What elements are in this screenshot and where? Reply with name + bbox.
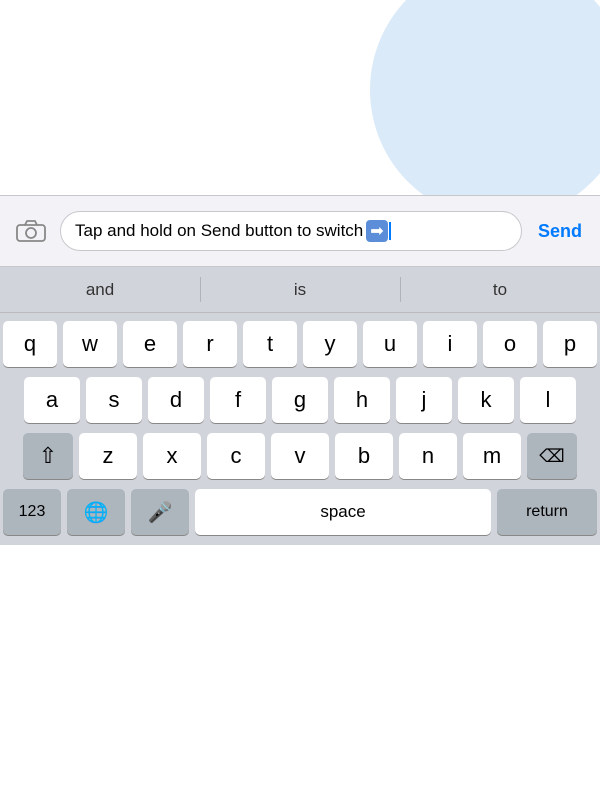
key-w[interactable]: w bbox=[63, 321, 117, 367]
key-j[interactable]: j bbox=[396, 377, 452, 423]
key-y[interactable]: y bbox=[303, 321, 357, 367]
key-row-1: q w e r t y u i o p bbox=[3, 321, 597, 367]
send-emoji: ➡ bbox=[366, 220, 387, 242]
key-v[interactable]: v bbox=[271, 433, 329, 479]
key-e[interactable]: e bbox=[123, 321, 177, 367]
key-r[interactable]: r bbox=[183, 321, 237, 367]
key-s[interactable]: s bbox=[86, 377, 142, 423]
key-b[interactable]: b bbox=[335, 433, 393, 479]
key-x[interactable]: x bbox=[143, 433, 201, 479]
shift-key[interactable]: ⇧ bbox=[23, 433, 73, 479]
decorative-circle bbox=[370, 0, 600, 195]
mic-key[interactable]: 🎤 bbox=[131, 489, 189, 535]
top-area bbox=[0, 0, 600, 195]
key-t[interactable]: t bbox=[243, 321, 297, 367]
send-button[interactable]: Send bbox=[532, 217, 588, 246]
key-m[interactable]: m bbox=[463, 433, 521, 479]
key-z[interactable]: z bbox=[79, 433, 137, 479]
predictive-item-is[interactable]: is bbox=[200, 267, 400, 312]
key-row-3: ⇧ z x c v b n m ⌫ bbox=[3, 433, 597, 479]
keyboard: q w e r t y u i o p a s d f g h j k l ⇧ … bbox=[0, 313, 600, 545]
key-row-4: 123 🌐 🎤 space return bbox=[3, 489, 597, 541]
input-bar: Tap and hold on Send button to switch ➡ … bbox=[0, 195, 600, 267]
text-cursor bbox=[389, 222, 391, 240]
key-f[interactable]: f bbox=[210, 377, 266, 423]
key-l[interactable]: l bbox=[520, 377, 576, 423]
space-key[interactable]: space bbox=[195, 489, 491, 535]
message-text: Tap and hold on Send button to switch bbox=[75, 220, 363, 242]
key-k[interactable]: k bbox=[458, 377, 514, 423]
predictive-item-to[interactable]: to bbox=[400, 267, 600, 312]
key-o[interactable]: o bbox=[483, 321, 537, 367]
key-h[interactable]: h bbox=[334, 377, 390, 423]
message-input[interactable]: Tap and hold on Send button to switch ➡ bbox=[60, 211, 522, 251]
key-row-2: a s d f g h j k l bbox=[3, 377, 597, 423]
numbers-key[interactable]: 123 bbox=[3, 489, 61, 535]
key-c[interactable]: c bbox=[207, 433, 265, 479]
delete-key[interactable]: ⌫ bbox=[527, 433, 577, 479]
predictive-item-and[interactable]: and bbox=[0, 267, 200, 312]
key-q[interactable]: q bbox=[3, 321, 57, 367]
key-u[interactable]: u bbox=[363, 321, 417, 367]
key-a[interactable]: a bbox=[24, 377, 80, 423]
camera-button[interactable] bbox=[12, 212, 50, 250]
camera-icon bbox=[16, 219, 46, 243]
key-p[interactable]: p bbox=[543, 321, 597, 367]
key-i[interactable]: i bbox=[423, 321, 477, 367]
return-key[interactable]: return bbox=[497, 489, 597, 535]
globe-key[interactable]: 🌐 bbox=[67, 489, 125, 535]
key-n[interactable]: n bbox=[399, 433, 457, 479]
key-g[interactable]: g bbox=[272, 377, 328, 423]
key-d[interactable]: d bbox=[148, 377, 204, 423]
predictive-bar: and is to bbox=[0, 267, 600, 313]
